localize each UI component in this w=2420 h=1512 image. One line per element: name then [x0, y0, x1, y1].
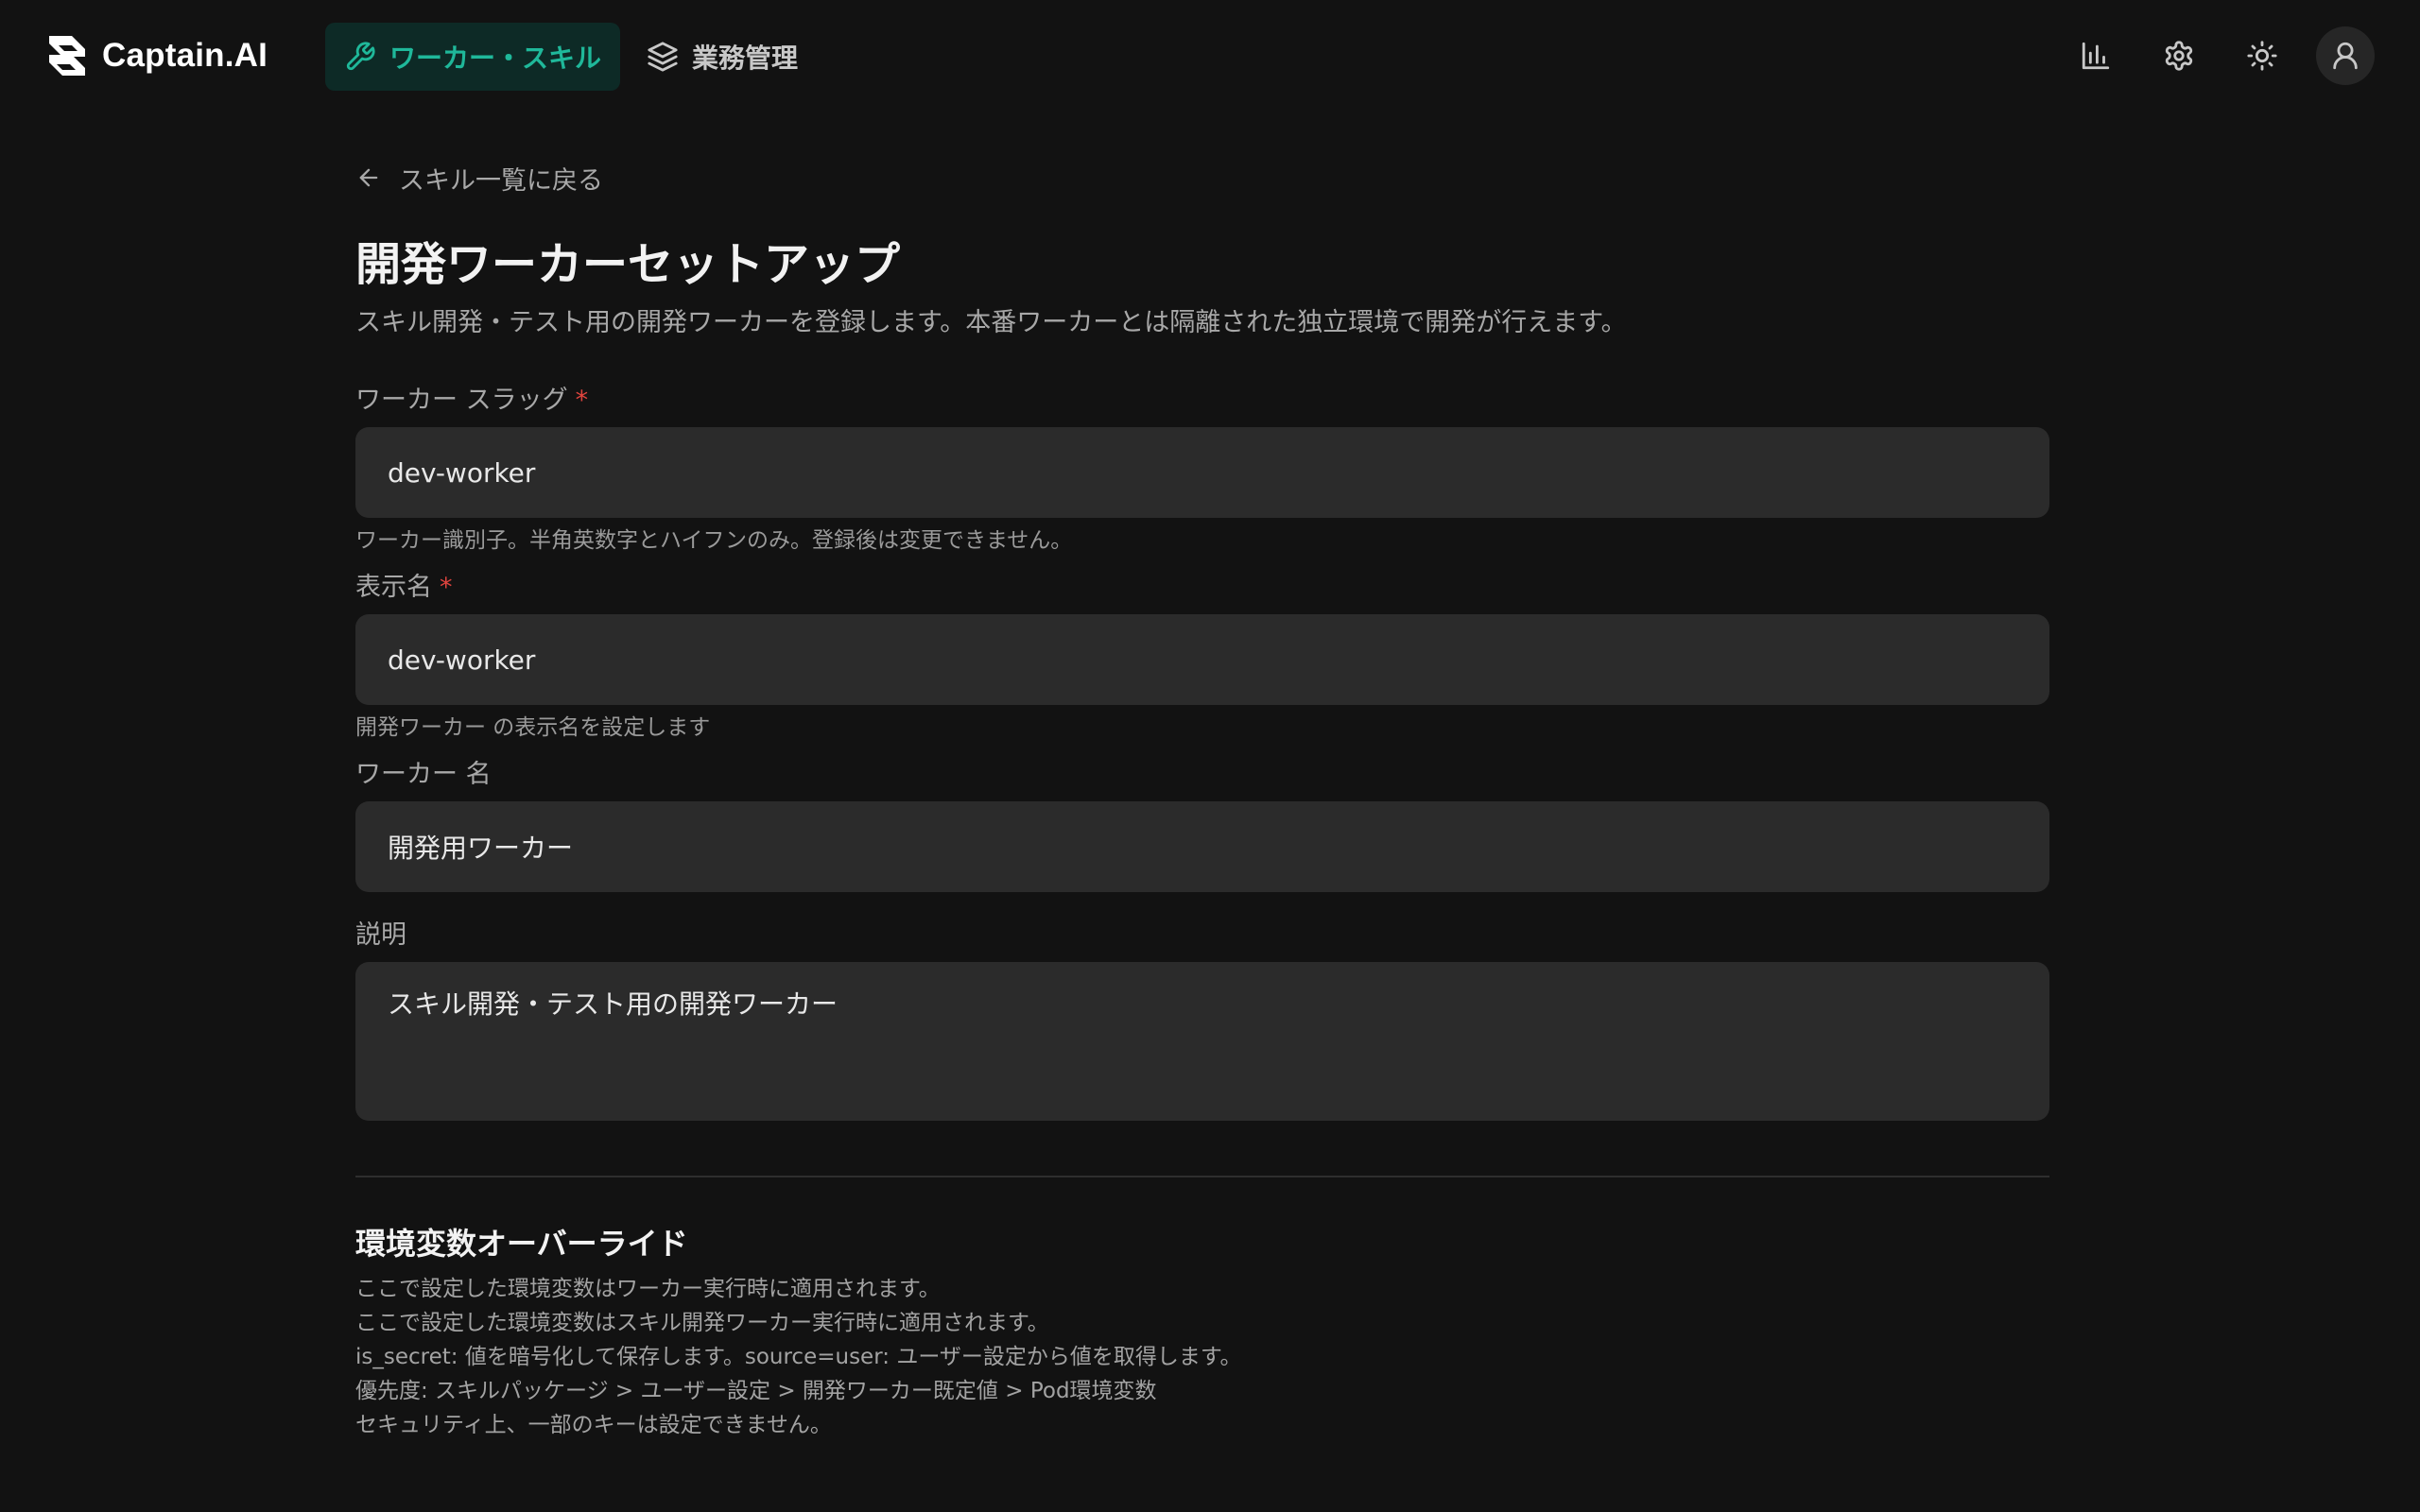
settings-button[interactable] [2150, 26, 2208, 85]
arrow-left-icon [359, 168, 378, 187]
description-textarea[interactable]: スキル開発・テスト用の開発ワーカー [355, 962, 2049, 1121]
main-nav: ワーカー・スキル 業務管理 [325, 23, 817, 91]
env-description-line: ここで設定した環境変数はスキル開発ワーカー実行時に適用されます。 [355, 1311, 1049, 1335]
env-description-line: ここで設定した環境変数はワーカー実行時に適用されます。 [355, 1277, 941, 1301]
theme-toggle-button[interactable] [2233, 26, 2291, 85]
gear-icon [2165, 41, 2193, 71]
slug-field: ワーカー スラッグ * dev-worker ワーカー識別子。半角英数字とハイフ… [355, 384, 2049, 556]
slug-input[interactable]: dev-worker [355, 427, 2049, 518]
tab-workers-skills[interactable]: ワーカー・スキル [325, 23, 621, 91]
description-field: 説明 スキル開発・テスト用の開発ワーカー [355, 919, 2049, 1121]
slug-label: ワーカー スラッグ * [355, 384, 2049, 418]
top-bar: Captain.AI ワーカー・スキル 業務管理 [0, 0, 2420, 112]
display-name-hint: 開発ワーカー の表示名を設定します [355, 715, 711, 740]
display-name-label-text: 表示名 [355, 573, 432, 602]
brand-logo[interactable]: Captain.AI [43, 32, 268, 79]
back-to-skills-link[interactable]: スキル一覧に戻る [355, 157, 2049, 198]
chart-icon [2082, 42, 2110, 70]
slug-hint: ワーカー識別子。半角英数字とハイフンのみ。登録後は変更できません。 [355, 528, 1073, 553]
required-mark: * [440, 573, 453, 602]
worker-name-label: ワーカー 名 [355, 760, 492, 789]
description-label: 説明 [355, 920, 406, 950]
env-section-title: 環境変数オーバーライド [355, 1226, 688, 1262]
tab-workers-skills-label: ワーカー・スキル [389, 43, 602, 74]
worker-name-input[interactable]: 開発用ワーカー [355, 801, 2049, 892]
page-subtitle: スキル開発・テスト用の開発ワーカーを登録します。本番ワーカーとは隔離された独立環… [355, 308, 1627, 337]
section-divider [355, 1176, 2049, 1177]
user-menu-button[interactable] [2316, 26, 2375, 85]
slug-label-text: ワーカー スラッグ [355, 386, 568, 415]
tab-business-management[interactable]: 業務管理 [628, 23, 817, 91]
tab-business-management-label: 業務管理 [692, 43, 799, 74]
header-actions [2066, 26, 2375, 85]
back-link-label: スキル一覧に戻る [399, 165, 603, 196]
env-description-line: is_secret: 値を暗号化して保存します。source=user: ユーザ… [355, 1345, 1242, 1369]
env-description-line: 優先度: スキルパッケージ > ユーザー設定 > 開発ワーカー既定値 > Pod… [355, 1379, 1157, 1403]
required-mark: * [575, 386, 589, 415]
env-section-description: ここで設定した環境変数はワーカー実行時に適用されます。 ここで設定した環境変数は… [355, 1272, 2049, 1442]
display-name-input[interactable]: dev-worker [355, 614, 2049, 705]
display-name-label: 表示名 * [355, 571, 2049, 605]
analytics-button[interactable] [2066, 26, 2125, 85]
worker-name-field: ワーカー 名 開発用ワーカー [355, 758, 2049, 892]
display-name-field: 表示名 * dev-worker 開発ワーカー の表示名を設定します [355, 571, 2049, 743]
sun-icon [2247, 41, 2277, 71]
captain-logo-icon [49, 36, 85, 76]
user-icon [2333, 42, 2358, 70]
env-override-section: 環境変数オーバーライド ここで設定した環境変数はワーカー実行時に適用されます。 … [355, 1223, 2049, 1442]
env-description-line: セキュリティ上、一部のキーは設定できません。 [355, 1413, 832, 1437]
layers-icon [648, 42, 678, 72]
page-title: 開発ワーカーセットアップ [355, 238, 901, 291]
main-content: スキル一覧に戻る 開発ワーカーセットアップ スキル開発・テスト用の開発ワーカーを… [355, 157, 2049, 1442]
brand-name: Captain.AI [102, 37, 268, 74]
wrench-icon [346, 42, 375, 71]
